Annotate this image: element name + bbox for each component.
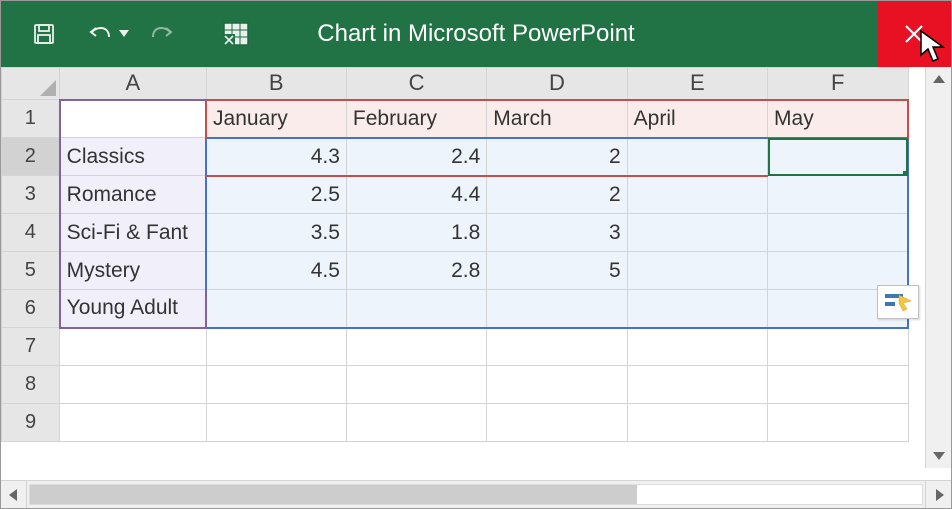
column-header-row[interactable]: A B C D E F (2, 68, 909, 100)
cell-F3[interactable] (768, 176, 908, 214)
cell-B8[interactable] (206, 366, 346, 404)
window-title: Chart in Microsoft PowerPoint (317, 20, 634, 48)
cell-B1[interactable]: January (206, 100, 346, 138)
cell-A5[interactable]: Mystery (60, 252, 206, 290)
col-header-D[interactable]: D (487, 68, 627, 100)
cell-A9[interactable] (60, 404, 206, 442)
cell-D8[interactable] (487, 366, 627, 404)
row-header-5[interactable]: 5 (2, 252, 60, 290)
cell-F1[interactable]: May (768, 100, 908, 138)
table-row: 5 Mystery 4.5 2.8 5 (2, 252, 909, 290)
scroll-up-icon[interactable] (926, 67, 951, 93)
row-header-8[interactable]: 8 (2, 366, 60, 404)
cell-D5[interactable]: 5 (487, 252, 627, 290)
cell-C4[interactable]: 1.8 (346, 214, 486, 252)
cell-E1[interactable]: April (627, 100, 767, 138)
cell-B9[interactable] (206, 404, 346, 442)
table-row: 4 Sci-Fi & Fant 3.5 1.8 3 (2, 214, 909, 252)
cell-E4[interactable] (627, 214, 767, 252)
scroll-down-icon[interactable] (926, 442, 951, 468)
datasheet-icon[interactable] (221, 19, 251, 49)
row-header-3[interactable]: 3 (2, 176, 60, 214)
cell-A2[interactable]: Classics (60, 138, 206, 176)
cell-A6[interactable]: Young Adult (60, 290, 206, 328)
scroll-right-icon[interactable] (925, 481, 951, 508)
cell-E8[interactable] (627, 366, 767, 404)
cell-B2[interactable]: 4.3 (206, 138, 346, 176)
cell-F8[interactable] (768, 366, 908, 404)
save-icon[interactable] (29, 19, 59, 49)
cell-C7[interactable] (346, 328, 486, 366)
cell-D7[interactable] (487, 328, 627, 366)
cell-B5[interactable]: 4.5 (206, 252, 346, 290)
cell-B4[interactable]: 3.5 (206, 214, 346, 252)
table-row: 9 (2, 404, 909, 442)
mouse-cursor-icon (919, 29, 949, 70)
cell-A3[interactable]: Romance (60, 176, 206, 214)
cell-A1[interactable] (60, 100, 206, 138)
spreadsheet-grid[interactable]: A B C D E F 1 January February March Apr… (1, 67, 909, 442)
table-row: 8 (2, 366, 909, 404)
col-header-B[interactable]: B (206, 68, 346, 100)
scroll-left-icon[interactable] (1, 481, 27, 508)
table-row: 7 (2, 328, 909, 366)
cell-C6[interactable] (346, 290, 486, 328)
row-header-1[interactable]: 1 (2, 100, 60, 138)
cell-A7[interactable] (60, 328, 206, 366)
cell-E7[interactable] (627, 328, 767, 366)
row-header-7[interactable]: 7 (2, 328, 60, 366)
table-row: 1 January February March April May (2, 100, 909, 138)
cell-C9[interactable] (346, 404, 486, 442)
cell-E2[interactable] (627, 138, 767, 176)
cell-E6[interactable] (627, 290, 767, 328)
cell-C5[interactable]: 2.8 (346, 252, 486, 290)
cell-D9[interactable] (487, 404, 627, 442)
cell-E5[interactable] (627, 252, 767, 290)
cell-D1[interactable]: March (487, 100, 627, 138)
table-row: 2 Classics 4.3 2.4 2 (2, 138, 909, 176)
col-header-E[interactable]: E (627, 68, 767, 100)
cell-D4[interactable]: 3 (487, 214, 627, 252)
cell-F2[interactable] (768, 138, 908, 176)
hscroll-track[interactable] (29, 484, 923, 505)
select-all-corner[interactable] (2, 68, 60, 100)
cell-C2[interactable]: 2.4 (346, 138, 486, 176)
cell-C1[interactable]: February (346, 100, 486, 138)
cell-B3[interactable]: 2.5 (206, 176, 346, 214)
cell-F5[interactable] (768, 252, 908, 290)
cell-F7[interactable] (768, 328, 908, 366)
undo-dropdown-icon[interactable] (117, 19, 131, 49)
row-header-2[interactable]: 2 (2, 138, 60, 176)
cell-E9[interactable] (627, 404, 767, 442)
hscroll-thumb[interactable] (30, 485, 637, 504)
cell-D6[interactable] (487, 290, 627, 328)
redo-icon[interactable] (147, 19, 177, 49)
cell-D3[interactable]: 2 (487, 176, 627, 214)
row-header-6[interactable]: 6 (2, 290, 60, 328)
autofill-options-icon[interactable] (877, 285, 919, 319)
row-header-4[interactable]: 4 (2, 214, 60, 252)
col-header-A[interactable]: A (60, 68, 206, 100)
cell-B7[interactable] (206, 328, 346, 366)
title-bar: Chart in Microsoft PowerPoint (1, 1, 951, 67)
cell-E3[interactable] (627, 176, 767, 214)
cell-D2[interactable]: 2 (487, 138, 627, 176)
row-header-9[interactable]: 9 (2, 404, 60, 442)
cell-C8[interactable] (346, 366, 486, 404)
quick-access-toolbar (1, 19, 251, 49)
table-row: 3 Romance 2.5 4.4 2 (2, 176, 909, 214)
vertical-scrollbar[interactable] (925, 67, 951, 468)
horizontal-scrollbar[interactable] (1, 480, 951, 508)
col-header-C[interactable]: C (346, 68, 486, 100)
cell-F4[interactable] (768, 214, 908, 252)
cell-C3[interactable]: 4.4 (346, 176, 486, 214)
cell-B6[interactable] (206, 290, 346, 328)
cell-A4[interactable]: Sci-Fi & Fant (60, 214, 206, 252)
cell-A8[interactable] (60, 366, 206, 404)
worksheet-area: A B C D E F 1 January February March Apr… (1, 67, 951, 508)
col-header-F[interactable]: F (768, 68, 908, 100)
cell-F9[interactable] (768, 404, 908, 442)
undo-icon[interactable] (85, 19, 115, 49)
table-row: 6 Young Adult (2, 290, 909, 328)
